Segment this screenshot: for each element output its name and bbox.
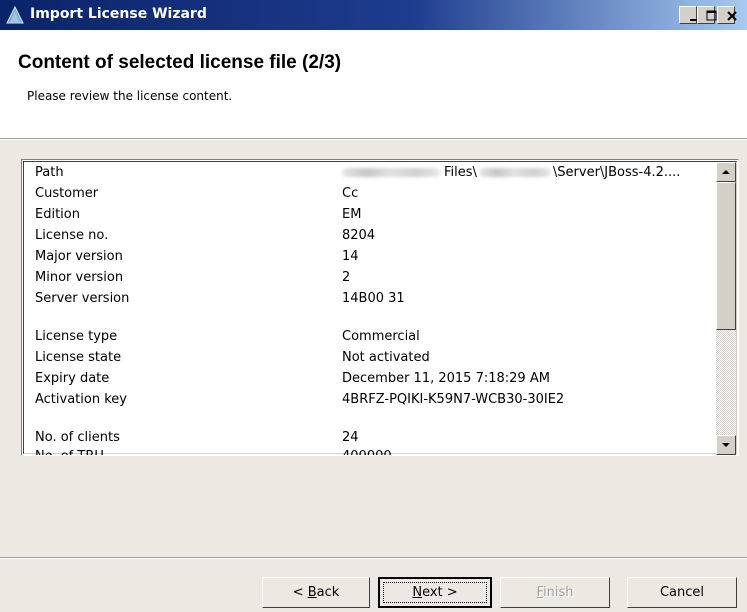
arrow-down-icon: [722, 443, 730, 447]
license-value: Cc: [342, 186, 359, 201]
license-row-license-no: License no. 8204: [24, 225, 709, 246]
license-key: License no.: [35, 228, 109, 243]
license-row-license-type: License type Commercial: [24, 326, 709, 347]
mnemonic: B: [307, 585, 317, 600]
license-row-server-version: Server version 14B00 31: [24, 288, 709, 309]
arrow-up-icon: [722, 170, 730, 174]
license-row-path: Path Files\ \Server\JBoss-4.2....: [24, 162, 709, 183]
path-segment: \Server\JBoss-4.2....: [552, 165, 681, 180]
vertical-scrollbar[interactable]: [716, 162, 736, 455]
page-title: Content of selected license file (2/3): [18, 52, 342, 73]
license-value: 2: [342, 270, 351, 285]
license-value: 14B00 31: [342, 291, 405, 306]
maximize-button[interactable]: [697, 6, 717, 24]
license-row-major-version: Major version 14: [24, 246, 709, 267]
license-content-frame: Path Files\ \Server\JBoss-4.2.... Custome…: [23, 161, 737, 455]
license-value: Commercial: [342, 329, 420, 344]
window-title: Import License Wizard: [30, 6, 207, 22]
close-icon: [727, 11, 737, 21]
license-value: December 11, 2015 7:18:29 AM: [342, 371, 550, 386]
license-row-edition: Edition EM: [24, 204, 709, 225]
redacted-text: [342, 168, 440, 177]
license-row-license-state: License state Not activated: [24, 347, 709, 368]
license-key: Path: [35, 165, 64, 180]
scroll-down-button[interactable]: [716, 435, 736, 455]
license-key: Edition: [35, 207, 80, 222]
scroll-up-button[interactable]: [716, 162, 736, 182]
finish-button[interactable]: Finish: [500, 577, 610, 608]
license-key: Major version: [35, 249, 123, 264]
license-key: License state: [35, 350, 122, 365]
next-label: Next >: [412, 585, 457, 600]
minimize-button[interactable]: [679, 6, 697, 24]
license-value: 14: [342, 249, 359, 264]
license-row-customer: Customer Cc: [24, 183, 709, 204]
back-button[interactable]: < Back: [262, 577, 370, 608]
license-key: Expiry date: [35, 371, 110, 386]
next-button[interactable]: Next >: [378, 577, 492, 608]
license-value: Files\ \Server\JBoss-4.2....: [342, 162, 680, 183]
cancel-button[interactable]: Cancel: [627, 577, 737, 608]
wizard-header: Content of selected license file (2/3) P…: [0, 30, 747, 138]
license-value: 400000: [342, 446, 392, 455]
license-key: Activation key: [35, 392, 127, 407]
license-row-no-of-clients: No. of clients 24: [24, 427, 709, 448]
scrollbar-thumb[interactable]: [716, 182, 736, 330]
path-segment: Files\: [444, 165, 477, 180]
license-value: 24: [342, 430, 359, 445]
label-text: ack: [316, 585, 340, 600]
license-key: Server version: [35, 291, 130, 306]
license-rows: Path Files\ \Server\JBoss-4.2.... Custome…: [24, 162, 709, 455]
license-key: Minor version: [35, 270, 124, 285]
license-row-activation-key: Activation key 4BRFZ-PQIKI-K59N7-WCB30-3…: [24, 389, 709, 410]
license-value: Not activated: [342, 350, 430, 365]
license-key: No. of clients: [35, 430, 120, 445]
license-value: EM: [342, 207, 362, 222]
label-text: ext >: [422, 585, 458, 600]
license-row-minor-version: Minor version 2: [24, 267, 709, 288]
redacted-text: [478, 168, 551, 177]
license-row-no-of-tru: No. of TRU 400000: [24, 446, 709, 455]
license-value: 4BRFZ-PQIKI-K59N7-WCB30-30IE2: [342, 392, 565, 407]
license-value: 8204: [342, 228, 376, 243]
footer-divider-highlight: [0, 558, 747, 559]
license-content-list[interactable]: Path Files\ \Server\JBoss-4.2.... Custome…: [21, 159, 739, 456]
finish-label: Finish: [536, 585, 573, 600]
label-text: inish: [543, 585, 574, 600]
close-button[interactable]: [717, 6, 737, 24]
wizard-body: Path Files\ \Server\JBoss-4.2.... Custome…: [0, 140, 747, 612]
title-bar[interactable]: Import License Wizard: [0, 0, 747, 30]
back-label: < Back: [293, 585, 340, 600]
license-key: License type: [35, 329, 118, 344]
license-row-expiry-date: Expiry date December 11, 2015 7:18:29 AM: [24, 368, 709, 389]
license-key: Customer: [35, 186, 99, 201]
license-key: No. of TRU: [35, 446, 104, 455]
page-subtitle: Please review the license content.: [27, 89, 233, 103]
mnemonic: N: [412, 585, 423, 600]
app-logo-icon: [6, 5, 24, 24]
label-text: <: [292, 585, 308, 600]
